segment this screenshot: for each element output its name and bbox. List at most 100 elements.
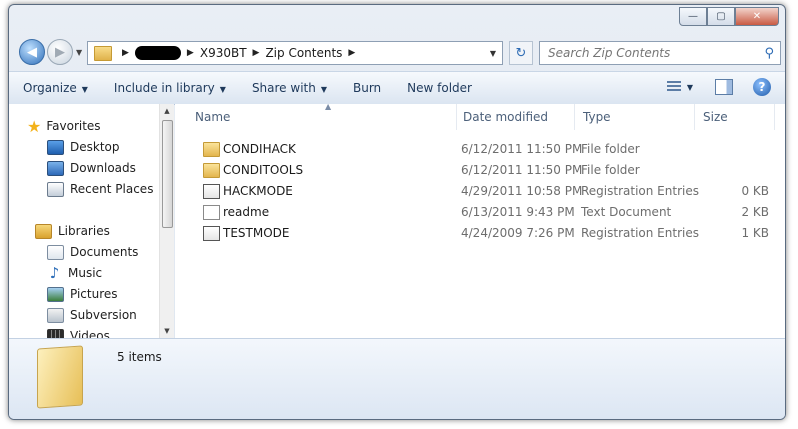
column-header-label: Date modified bbox=[463, 110, 549, 124]
file-name: HACKMODE bbox=[223, 183, 293, 198]
file-name: readme bbox=[223, 204, 270, 219]
file-type: File folder bbox=[581, 141, 640, 156]
scrollbar-thumb[interactable] bbox=[162, 120, 173, 228]
file-date: 6/12/2011 11:50 PM bbox=[461, 141, 583, 156]
column-header-size[interactable]: Size bbox=[695, 104, 775, 130]
item-count: 5 items bbox=[117, 350, 162, 364]
breadcrumb-separator-icon[interactable]: ▶ bbox=[253, 48, 260, 58]
minimize-button[interactable]: — bbox=[679, 7, 707, 26]
column-header-type[interactable]: Type bbox=[575, 104, 695, 130]
sidebar-item-label: Downloads bbox=[70, 161, 136, 175]
file-type: Registration Entries bbox=[581, 225, 699, 240]
breadcrumb-item[interactable]: X930BT bbox=[200, 46, 247, 60]
include-in-library-button[interactable]: Include in library ▼ bbox=[114, 81, 226, 95]
sidebar-libraries[interactable]: Libraries bbox=[35, 221, 110, 241]
organize-button[interactable]: Organize ▼ bbox=[23, 81, 88, 95]
file-name: CONDITOOLS bbox=[223, 162, 304, 177]
file-size: 1 KB bbox=[741, 225, 769, 240]
column-header-date-modified[interactable]: Date modified bbox=[455, 104, 575, 130]
preview-pane-icon[interactable] bbox=[715, 79, 733, 95]
file-size: 2 KB bbox=[741, 204, 769, 219]
videos-icon bbox=[47, 328, 64, 338]
sidebar-item-videos[interactable]: Videos bbox=[47, 326, 110, 338]
address-history-dropdown[interactable]: ▼ bbox=[490, 49, 496, 58]
change-view-icon[interactable] bbox=[666, 81, 681, 93]
scroll-down-icon[interactable]: ▼ bbox=[160, 327, 174, 335]
new-folder-button[interactable]: New folder bbox=[407, 81, 472, 95]
sidebar-item-subversion[interactable]: Subversion bbox=[47, 305, 137, 325]
organize-label: Organize bbox=[23, 81, 77, 95]
file-name: CONDIHACK bbox=[223, 141, 296, 156]
table-row[interactable]: readme 6/13/2011 9:43 PM Text Document 2… bbox=[175, 201, 785, 222]
sidebar-item-label: Music bbox=[68, 266, 103, 280]
search-box: ⚲ bbox=[539, 41, 781, 65]
search-icon[interactable]: ⚲ bbox=[764, 46, 774, 61]
sidebar-item-label: Subversion bbox=[70, 308, 137, 322]
subversion-icon bbox=[47, 307, 64, 323]
file-type: Text Document bbox=[581, 204, 672, 219]
sidebar-item-documents[interactable]: Documents bbox=[47, 242, 138, 262]
file-list: ▲ Name Date modified Type Size CONDIHACK… bbox=[175, 102, 785, 338]
maximize-button[interactable]: ▢ bbox=[707, 7, 735, 26]
column-header-name[interactable]: ▲ Name bbox=[187, 102, 457, 130]
navigation-pane-scrollbar[interactable]: ▲ ▼ bbox=[159, 104, 174, 338]
sidebar-item-pictures[interactable]: Pictures bbox=[47, 284, 118, 304]
details-pane: 5 items bbox=[9, 338, 785, 419]
table-row[interactable]: CONDITOOLS 6/12/2011 11:50 PM File folde… bbox=[175, 159, 785, 180]
address-bar[interactable]: ▶ ▶ X930BT ▶ Zip Contents ▶ ▼ bbox=[87, 41, 503, 65]
file-date: 6/12/2011 11:50 PM bbox=[461, 162, 583, 177]
breadcrumb-separator-icon[interactable]: ▶ bbox=[348, 48, 355, 58]
share-with-button[interactable]: Share with ▼ bbox=[252, 81, 327, 95]
file-date: 4/24/2009 7:26 PM bbox=[461, 225, 575, 240]
sidebar-item-desktop[interactable]: Desktop bbox=[47, 137, 120, 157]
forward-button[interactable]: ▶ bbox=[47, 39, 73, 65]
help-icon[interactable]: ? bbox=[753, 78, 771, 96]
recent-pages-dropdown[interactable]: ▼ bbox=[76, 48, 82, 57]
breadcrumb-item[interactable]: Zip Contents bbox=[265, 46, 342, 60]
sidebar-item-label: Desktop bbox=[70, 140, 120, 154]
recent-places-icon bbox=[47, 181, 64, 197]
command-bar: Organize ▼ Include in library ▼ Share with… bbox=[9, 71, 785, 105]
large-folder-icon bbox=[37, 345, 83, 409]
music-icon: ♪ bbox=[49, 264, 60, 282]
table-row[interactable]: TESTMODE 4/24/2009 7:26 PM Registration … bbox=[175, 222, 785, 243]
sidebar-item-label: Libraries bbox=[58, 224, 110, 238]
chevron-down-icon: ▼ bbox=[320, 85, 327, 94]
libraries-icon bbox=[35, 223, 52, 239]
breadcrumb-separator-icon[interactable]: ▶ bbox=[187, 48, 194, 58]
chevron-down-icon: ▼ bbox=[81, 85, 88, 94]
pictures-icon bbox=[47, 286, 64, 302]
navigation-buttons: ◀ ▶ ▼ bbox=[19, 39, 82, 65]
breadcrumb-separator-icon[interactable]: ▶ bbox=[122, 48, 129, 58]
sort-ascending-icon: ▲ bbox=[325, 102, 332, 111]
downloads-icon bbox=[47, 160, 64, 176]
sidebar-item-downloads[interactable]: Downloads bbox=[47, 158, 136, 178]
table-row[interactable]: CONDIHACK 6/12/2011 11:50 PM File folder bbox=[175, 138, 785, 159]
file-name: TESTMODE bbox=[223, 225, 290, 240]
search-input[interactable] bbox=[546, 45, 755, 61]
close-button[interactable]: ✕ bbox=[735, 7, 779, 26]
caption-buttons: — ▢ ✕ bbox=[679, 7, 779, 26]
sidebar-item-label: Videos bbox=[70, 329, 110, 338]
sidebar-item-label: Documents bbox=[70, 245, 139, 259]
refresh-button[interactable]: ↻ bbox=[509, 41, 533, 65]
sidebar-item-label: Favorites bbox=[46, 119, 101, 133]
column-header-label: Size bbox=[703, 110, 728, 124]
scroll-up-icon[interactable]: ▲ bbox=[160, 107, 174, 115]
star-icon: ★ bbox=[27, 116, 42, 136]
burn-button[interactable]: Burn bbox=[353, 81, 381, 95]
view-controls: ▼ ? bbox=[666, 78, 771, 96]
redacted-breadcrumb bbox=[134, 46, 181, 60]
sidebar-item-label: Pictures bbox=[70, 287, 118, 301]
back-button[interactable]: ◀ bbox=[19, 39, 45, 65]
sidebar-item-label: Recent Places bbox=[70, 182, 154, 196]
share-with-label: Share with bbox=[251, 81, 316, 95]
view-options-dropdown[interactable]: ▼ bbox=[687, 83, 693, 92]
table-row[interactable]: HACKMODE 4/29/2011 10:58 PM Registration… bbox=[175, 180, 785, 201]
documents-icon bbox=[47, 244, 64, 260]
file-size: 0 KB bbox=[741, 183, 769, 198]
sidebar-favorites[interactable]: ★ Favorites bbox=[27, 116, 101, 136]
sidebar-item-recent-places[interactable]: Recent Places bbox=[47, 179, 153, 199]
sidebar-item-music[interactable]: ♪ Music bbox=[47, 263, 102, 283]
explorer-window: — ▢ ✕ ◀ ▶ ▼ ▶ ▶ X930BT ▶ Zip Contents ▶ … bbox=[8, 4, 786, 420]
